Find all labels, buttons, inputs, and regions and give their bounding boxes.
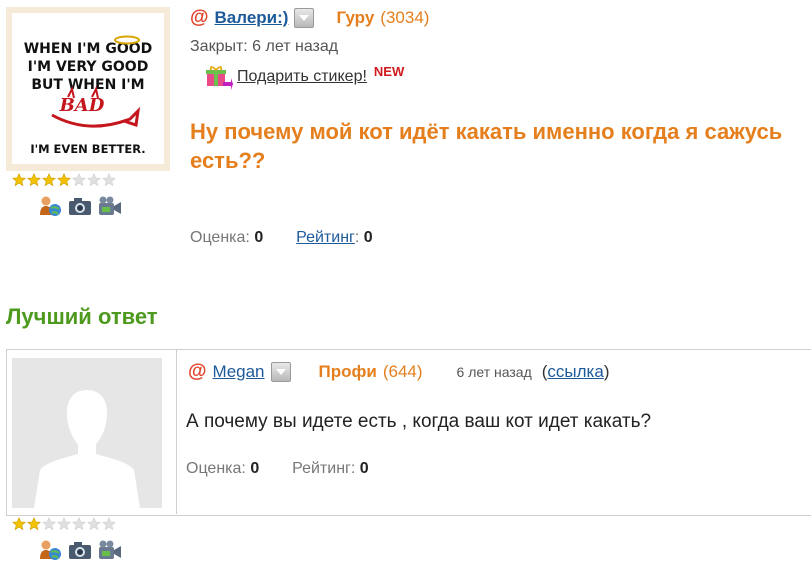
answer-user-icons (38, 539, 122, 561)
question-avatar[interactable]: WHEN I'M GOOD I'M VERY GOOD BUT WHEN I'M… (12, 13, 164, 164)
default-avatar-silhouette (12, 358, 162, 508)
avatar-image: WHEN I'M GOOD I'M VERY GOOD BUT WHEN I'M… (24, 35, 152, 156)
dropdown-arrow-icon[interactable] (270, 362, 291, 382)
at-sign-icon: @ (190, 7, 209, 28)
answer-rating-label: Рейтинг: (292, 460, 356, 477)
answer-score-label: Оценка: (186, 460, 246, 477)
question-stars (12, 173, 116, 187)
user-globe-icon[interactable] (38, 539, 62, 561)
question-meta: Оценка: 0 Рейтинг: 0 (190, 229, 373, 247)
answer-link-wrapper: (ссылка) (542, 362, 610, 382)
answer-author-row: @ Megan Профи (644) 6 лет назад (ссылка) (188, 361, 609, 383)
question-author-link[interactable]: Валери:) (215, 8, 289, 28)
question-rating-value: 0 (363, 229, 373, 246)
answer-author-rank: Профи (318, 362, 377, 381)
question-title: Ну почему мой кот идёт какать именно ког… (190, 119, 783, 173)
answer-stars (12, 517, 116, 531)
answer-time: 6 лет назад (456, 364, 532, 380)
question-author-rank: Гуру (336, 8, 375, 27)
avatar-text-line-5: I'M EVEN BETTER. (30, 142, 145, 156)
star-filled-icon (27, 517, 41, 531)
answer-rating-value: 0 (359, 460, 369, 477)
question-score-label: Оценка: (190, 229, 250, 246)
star-empty-icon (102, 517, 116, 531)
answer-divider (176, 349, 177, 514)
answer-meta: Оценка: 0 Рейтинг: 0 (186, 460, 369, 478)
star-empty-icon (57, 517, 71, 531)
question-score-value: 0 (254, 229, 264, 246)
star-empty-icon (87, 173, 101, 187)
best-answer-heading: Лучший ответ (6, 304, 158, 329)
star-filled-icon (57, 173, 71, 187)
question-author-row: @ Валери:) Гуру (3034) (190, 7, 429, 29)
star-filled-icon (12, 173, 26, 187)
star-filled-icon (27, 173, 41, 187)
avatar-text-line-2: I'M VERY GOOD (28, 59, 149, 75)
answer-text: А почему вы идете есть , когда ваш кот и… (186, 411, 652, 432)
star-empty-icon (72, 173, 86, 187)
question-user-icons (38, 195, 122, 217)
answer-avatar[interactable] (12, 358, 162, 508)
star-empty-icon (72, 517, 86, 531)
video-camera-icon[interactable] (98, 539, 122, 561)
camera-icon[interactable] (68, 195, 92, 217)
user-globe-icon[interactable] (38, 195, 62, 217)
avatar-text-line-4: BAD (59, 95, 105, 116)
answer-link-close: ) (603, 362, 610, 381)
new-badge: NEW (373, 63, 405, 79)
avatar-text-line-3: BUT WHEN I'M (31, 77, 144, 93)
star-filled-icon (42, 173, 56, 187)
at-sign-icon: @ (188, 361, 207, 382)
answer-author-points: (644) (382, 362, 423, 381)
gift-icon[interactable] (205, 64, 233, 90)
answer-author-link[interactable]: Megan (213, 362, 265, 382)
star-empty-icon (102, 173, 116, 187)
question-rating-link[interactable]: Рейтинг (296, 229, 355, 246)
star-empty-icon (42, 517, 56, 531)
camera-icon[interactable] (68, 539, 92, 561)
dropdown-arrow-icon[interactable] (294, 8, 315, 28)
question-rating-colon: : (354, 229, 360, 246)
question-author-points: (3034) (380, 8, 430, 27)
gift-sticker-link[interactable]: Подарить стикер! (237, 68, 367, 86)
answer-permalink[interactable]: ссылка (547, 362, 603, 381)
star-empty-icon (87, 517, 101, 531)
star-filled-icon (12, 517, 26, 531)
question-closed-status: Закрыт: 6 лет назад (190, 38, 339, 55)
answer-score-value: 0 (250, 460, 260, 477)
gift-sticker-row: Подарить стикер! NEW (205, 64, 404, 90)
video-camera-icon[interactable] (98, 195, 122, 217)
